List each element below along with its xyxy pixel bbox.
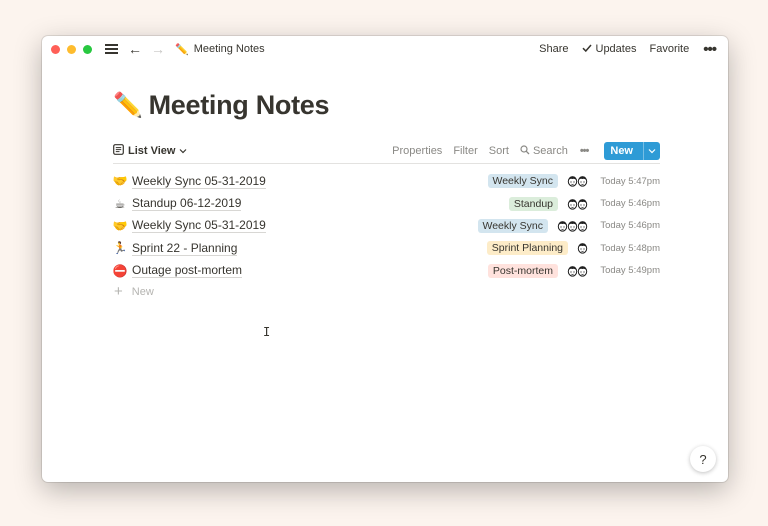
row-timestamp: Today 5:46pm bbox=[600, 198, 660, 210]
runner-icon: 🏃 bbox=[112, 241, 128, 256]
row-properties: Weekly Sync Today 5:47pm bbox=[487, 174, 660, 189]
text-cursor-icon: I bbox=[263, 325, 271, 339]
row-title: Weekly Sync 05-31-2019 bbox=[132, 173, 266, 189]
breadcrumb[interactable]: ✏️ Meeting Notes bbox=[175, 43, 265, 56]
row-title: Outage post-mortem bbox=[132, 263, 243, 279]
avatar bbox=[577, 265, 588, 277]
row-timestamp: Today 5:47pm bbox=[600, 175, 660, 187]
back-arrow-icon[interactable]: ← bbox=[128, 42, 142, 56]
avatar bbox=[577, 242, 588, 254]
row-timestamp: Today 5:49pm bbox=[600, 265, 660, 277]
close-window-button[interactable] bbox=[51, 44, 60, 54]
avatar bbox=[577, 198, 588, 210]
pencil-icon: ✏️ bbox=[175, 43, 189, 56]
attendees-avatars bbox=[567, 175, 588, 187]
help-label: ? bbox=[699, 451, 707, 467]
share-label: Share bbox=[539, 43, 569, 55]
plus-icon: + bbox=[114, 283, 123, 301]
breadcrumb-label: Meeting Notes bbox=[193, 43, 265, 55]
help-button[interactable]: ? bbox=[690, 446, 716, 472]
favorite-label: Favorite bbox=[649, 43, 690, 55]
more-options-icon[interactable]: ••• bbox=[580, 145, 590, 157]
titlebar-actions: Share Updates Favorite ••• bbox=[526, 41, 717, 58]
view-label: List View bbox=[128, 145, 176, 157]
updates-button[interactable]: Updates bbox=[581, 43, 637, 56]
page-title: ✏️ Meeting Notes bbox=[113, 90, 330, 121]
maximize-window-button[interactable] bbox=[83, 44, 92, 54]
search-icon bbox=[520, 144, 530, 158]
filter-button[interactable]: Filter bbox=[453, 145, 477, 157]
attendees-avatars bbox=[567, 198, 588, 210]
forward-arrow-icon[interactable]: → bbox=[151, 42, 165, 56]
window-controls bbox=[51, 44, 92, 54]
hamburger-menu-icon[interactable] bbox=[105, 44, 118, 54]
no-entry-icon: ⛔ bbox=[112, 263, 128, 278]
share-button[interactable]: Share bbox=[539, 43, 568, 55]
list-item[interactable]: 🏃 Sprint 22 - Planning Sprint Planning T… bbox=[111, 237, 660, 259]
toolbar-divider bbox=[113, 163, 660, 164]
new-button[interactable]: New bbox=[604, 142, 643, 160]
properties-button[interactable]: Properties bbox=[392, 145, 442, 157]
type-tag: Post-mortem bbox=[487, 263, 558, 278]
handshake-icon: 🤝 bbox=[112, 218, 128, 233]
list-view-icon bbox=[113, 144, 124, 158]
page-title-text[interactable]: Meeting Notes bbox=[149, 90, 330, 121]
add-new-row-button[interactable]: + New bbox=[114, 282, 660, 302]
attendees-avatars bbox=[557, 220, 588, 232]
handshake-icon: 🤝 bbox=[112, 174, 128, 189]
type-tag: Standup bbox=[508, 196, 558, 211]
type-tag: Weekly Sync bbox=[477, 218, 548, 233]
list-item[interactable]: ⛔ Outage post-mortem Post-mortem Today 5… bbox=[111, 260, 660, 282]
toolbar-tools: Properties Filter Sort Search ••• New bbox=[381, 142, 660, 160]
avatar bbox=[577, 175, 588, 187]
row-properties: Post-mortem Today 5:49pm bbox=[487, 263, 660, 278]
list-item[interactable]: ☕ Standup 06-12-2019 Standup Today 5:46p… bbox=[111, 192, 660, 214]
list-item[interactable]: 🤝 Weekly Sync 05-31-2019 Weekly Sync Tod… bbox=[111, 215, 660, 237]
type-tag: Sprint Planning bbox=[486, 241, 568, 256]
titlebar: ← → ✏️ Meeting Notes Share Updates Favor… bbox=[42, 36, 728, 62]
new-button-group: New bbox=[604, 142, 660, 160]
app-window: ← → ✏️ Meeting Notes Share Updates Favor… bbox=[42, 36, 728, 482]
row-title: Sprint 22 - Planning bbox=[132, 240, 238, 256]
row-timestamp: Today 5:48pm bbox=[600, 242, 660, 254]
row-properties: Standup Today 5:46pm bbox=[508, 196, 660, 211]
database-toolbar: List View Properties Filter Sort Search … bbox=[113, 140, 660, 162]
row-properties: Sprint Planning Today 5:48pm bbox=[486, 241, 660, 256]
avatar bbox=[577, 220, 588, 232]
row-title: Weekly Sync 05-31-2019 bbox=[132, 218, 266, 234]
favorite-button[interactable]: Favorite bbox=[649, 43, 689, 55]
more-options-icon[interactable]: ••• bbox=[703, 41, 717, 58]
new-dropdown-chevron-icon[interactable] bbox=[643, 142, 660, 160]
new-row-label: New bbox=[131, 285, 154, 298]
attendees-avatars bbox=[577, 242, 588, 254]
chevron-down-icon bbox=[179, 145, 187, 157]
search-button[interactable]: Search bbox=[520, 144, 568, 158]
row-properties: Weekly Sync Today 5:46pm bbox=[477, 218, 660, 233]
pencil-icon: ✏️ bbox=[113, 92, 143, 119]
type-tag: Weekly Sync bbox=[487, 174, 558, 189]
sort-button[interactable]: Sort bbox=[489, 145, 509, 157]
coffee-icon: ☕ bbox=[114, 196, 126, 211]
row-title: Standup 06-12-2019 bbox=[132, 196, 242, 212]
attendees-avatars bbox=[567, 265, 588, 277]
checkmark-icon bbox=[581, 43, 592, 56]
meeting-list: 🤝 Weekly Sync 05-31-2019 Weekly Sync Tod… bbox=[111, 170, 660, 302]
row-timestamp: Today 5:46pm bbox=[600, 220, 660, 232]
view-switcher[interactable]: List View bbox=[113, 144, 187, 158]
minimize-window-button[interactable] bbox=[67, 44, 76, 54]
updates-label: Updates bbox=[595, 43, 637, 55]
list-item[interactable]: 🤝 Weekly Sync 05-31-2019 Weekly Sync Tod… bbox=[111, 170, 660, 192]
search-label: Search bbox=[532, 145, 568, 157]
